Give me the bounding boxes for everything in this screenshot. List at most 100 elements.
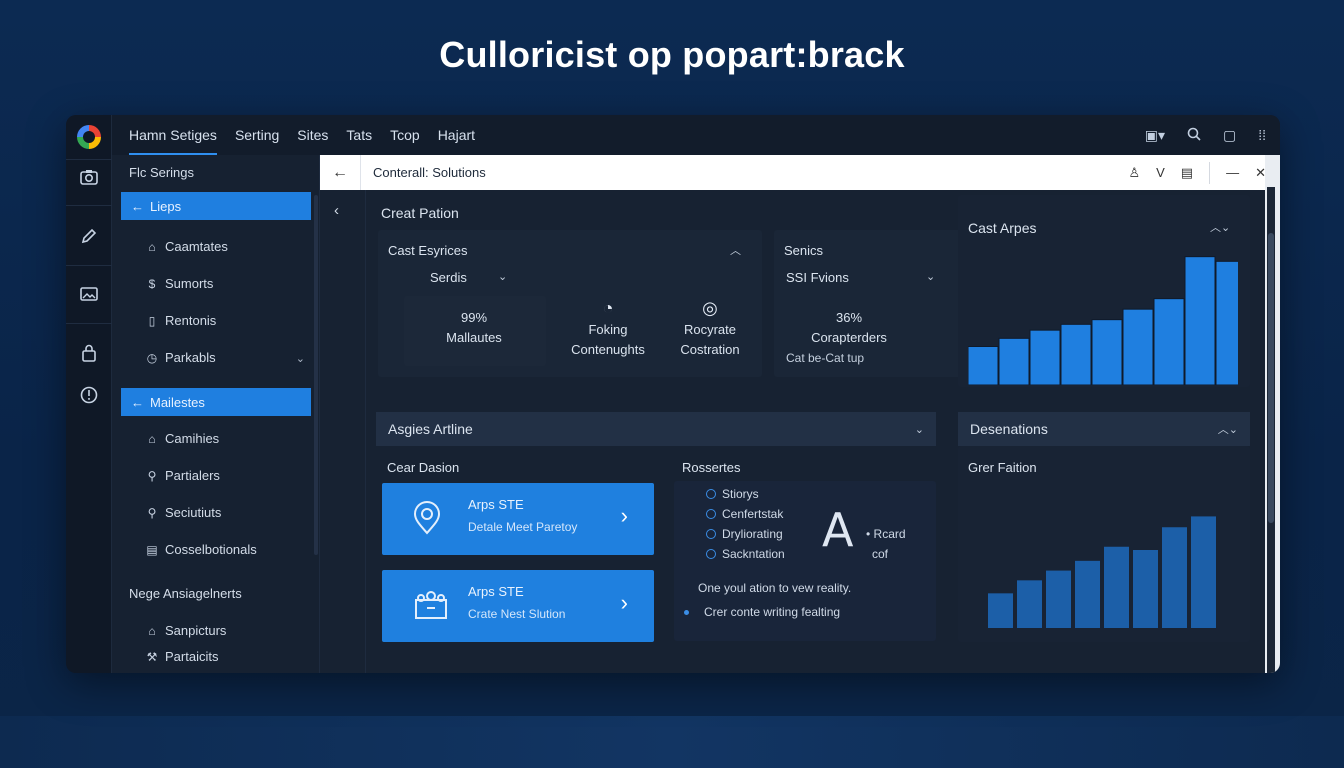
people-icon xyxy=(412,588,450,627)
bar-chart-cast-arpes xyxy=(968,256,1238,385)
clock-icon: ◷ xyxy=(146,350,158,365)
chart-bar-2 xyxy=(998,337,1030,385)
settings-item[interactable]: ⚒ Partaicits xyxy=(146,649,219,664)
calendar-icon[interactable]: ▤ xyxy=(1181,165,1193,181)
content-header: ← Conterall: Solutions ♙ V ▤ — ✕ xyxy=(320,155,1280,190)
settings-item[interactable]: $ Sumorts xyxy=(146,276,214,291)
tab-serting[interactable]: Serting xyxy=(235,115,279,155)
settings-item[interactable]: ⚲ Partialers xyxy=(146,468,220,483)
chart-bar-8 xyxy=(1191,516,1216,628)
folder-icon[interactable]: ▣▾ xyxy=(1145,127,1165,144)
radio-button[interactable] xyxy=(706,489,716,499)
chevron-down-icon[interactable]: ⌄ xyxy=(915,423,924,436)
settings-item[interactable]: ◷ Parkabls xyxy=(146,350,216,365)
tab-hajart[interactable]: Hajart xyxy=(438,115,475,155)
settings-scrollbar[interactable] xyxy=(314,195,318,555)
content-scrollbar[interactable] xyxy=(1267,187,1275,673)
radio-option[interactable]: Stiorys xyxy=(706,487,759,501)
footnote: One youl ation to vew reality. xyxy=(698,581,852,595)
stat-item: ◔ Foking Contenughts xyxy=(558,298,658,360)
radio-button[interactable] xyxy=(706,529,716,539)
grid-icon[interactable]: ⁞⁞ xyxy=(1258,127,1266,143)
settings-item[interactable]: ⌂ Camihies xyxy=(146,431,219,446)
bullet-dot xyxy=(684,609,689,615)
rail-divider xyxy=(66,323,112,324)
chart-bar-5 xyxy=(1091,319,1123,385)
settings-item-selected-1[interactable]: ← Lieps xyxy=(121,192,311,220)
stat-subtext: Cat be-Cat tup xyxy=(786,351,865,365)
bar-chart-desenations xyxy=(988,516,1216,628)
back-arrow-icon[interactable]: ← xyxy=(320,164,360,182)
settings-item[interactable]: ▯ Rentonis xyxy=(146,313,217,328)
chevron-down-icon[interactable]: ⌄ xyxy=(926,270,935,283)
chart-bar-7 xyxy=(1162,527,1187,628)
subsection-title: Cear Dasion xyxy=(387,460,460,475)
chart-subtitle: Grer Faition xyxy=(968,460,1037,475)
key-icon: ⚲ xyxy=(147,468,157,483)
chart-bar-5 xyxy=(1104,546,1129,628)
lock-icon[interactable] xyxy=(72,336,106,370)
side-note: • Rcard xyxy=(866,527,906,541)
tab-sites[interactable]: Sites xyxy=(297,115,328,155)
section-title: Creat Pation xyxy=(381,205,459,221)
chevron-up-down-icon[interactable]: ︿⌄ xyxy=(1210,219,1230,235)
chevron-down-icon[interactable]: ⌄ xyxy=(296,352,305,365)
search-icon[interactable] xyxy=(1187,127,1201,144)
scrollbar-thumb[interactable] xyxy=(1268,233,1274,523)
action-card-2[interactable]: Arps STE Crate Nest Slution › xyxy=(382,570,654,642)
settings-item[interactable]: ⌂ Caamtates xyxy=(146,239,228,254)
settings-item[interactable]: ⌂ Sanpicturs xyxy=(146,623,226,638)
header-tools: ▣▾ ▢ ⁞⁞ xyxy=(1145,115,1266,155)
camera-icon[interactable] xyxy=(72,160,106,194)
radio-option[interactable]: Dryliorating xyxy=(706,527,783,541)
chart-bar-2 xyxy=(1017,580,1042,628)
footnote-bullet: Crer conte writing fealting xyxy=(684,605,840,619)
action-card-1[interactable]: Arps STE Detale Meet Paretoy › xyxy=(382,483,654,555)
settings-item[interactable]: ▤ Cosselbotionals xyxy=(146,542,256,557)
app-window: Hamn Setiges Serting Sites Tats Tcop Haj… xyxy=(66,115,1280,673)
chevron-up-icon[interactable]: ︿ xyxy=(730,242,741,258)
settings-item-selected-2[interactable]: ← Mailestes xyxy=(121,388,311,416)
chart-bar-8 xyxy=(1184,256,1216,385)
stat-value: 99% Mallautes xyxy=(446,310,502,345)
chevron-down-icon[interactable]: ⌄ xyxy=(498,270,507,283)
radio-option[interactable]: Cenfertstak xyxy=(706,507,783,521)
subsection-title: Rossertes xyxy=(682,460,741,475)
dropdown-value[interactable]: Serdis xyxy=(430,270,467,285)
chart-panel-desenations: Grer Faition xyxy=(958,446,1250,642)
app-logo-icon[interactable] xyxy=(77,125,101,149)
dropdown-value[interactable]: SSI Fvions xyxy=(786,270,849,285)
pen-icon[interactable] xyxy=(72,219,106,253)
chevron-right-icon: › xyxy=(620,503,628,528)
clipboard-icon[interactable]: ▢ xyxy=(1223,127,1236,144)
settings-header: Flc Serings xyxy=(129,165,195,180)
files-icon: ▤ xyxy=(146,542,158,557)
settings-panel: Flc Serings ← Lieps ⌂ Caamtates $ Sumorts … xyxy=(112,155,320,673)
chevron-up-down-icon[interactable]: ︿⌄ xyxy=(1218,421,1238,437)
chevron-left-icon[interactable]: ‹ xyxy=(334,202,339,219)
bell-icon[interactable]: ♙ xyxy=(1128,165,1140,181)
tab-tats[interactable]: Tats xyxy=(346,115,372,155)
section-header-desenations: Desenations ︿⌄ xyxy=(958,412,1250,446)
rail-divider xyxy=(66,205,112,206)
radio-button[interactable] xyxy=(706,509,716,519)
tab-home-settings[interactable]: Hamn Setiges xyxy=(129,115,217,155)
shield-icon: ◎ xyxy=(702,298,718,318)
bank-icon: ⌂ xyxy=(148,239,156,254)
timer-icon: ◔ xyxy=(602,298,614,318)
tab-tcop[interactable]: Tcop xyxy=(390,115,420,155)
chart-bar-3 xyxy=(1046,570,1071,628)
chart-bar-4 xyxy=(1075,560,1100,628)
section-header-asgies: Asgies Artline ⌄ xyxy=(376,412,936,446)
radio-button[interactable] xyxy=(706,549,716,559)
chevron-down-icon[interactable]: V xyxy=(1156,165,1165,180)
header-divider xyxy=(360,155,361,190)
info-icon[interactable] xyxy=(72,378,106,412)
image-icon[interactable] xyxy=(72,277,106,311)
content-title: Conterall: Solutions xyxy=(373,165,486,180)
radio-option[interactable]: Sackntation xyxy=(706,547,785,561)
minimize-icon[interactable]: — xyxy=(1226,165,1239,180)
settings-item[interactable]: ⚲ Seciutiuts xyxy=(146,505,222,520)
chart-bar-4 xyxy=(1060,323,1092,385)
key-icon: ⚲ xyxy=(147,505,157,520)
